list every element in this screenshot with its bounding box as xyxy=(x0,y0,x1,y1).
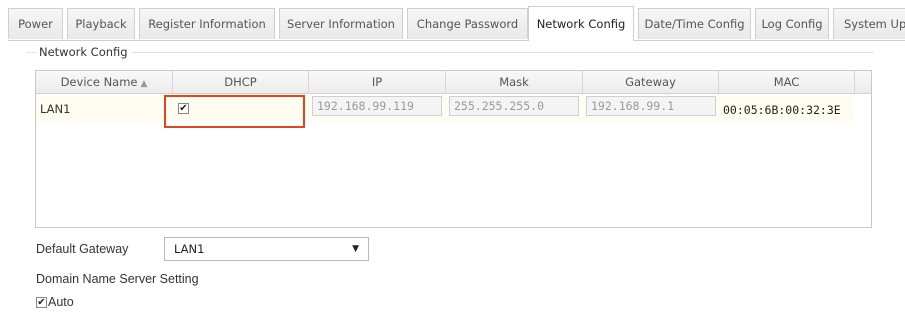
column-header-gateway[interactable]: Gateway xyxy=(583,71,719,93)
dhcp-highlight-box xyxy=(164,95,305,128)
grid-header: Device Name ▲︎ DHCP IP Mask Gateway MAC xyxy=(36,71,871,94)
column-header-ip[interactable]: IP xyxy=(309,71,446,93)
tab-register-information[interactable]: Register Information xyxy=(139,8,275,39)
network-config-legend: Network Config xyxy=(36,45,131,59)
tab-date-time-config[interactable]: Date/Time Config xyxy=(638,8,751,39)
tab-playback[interactable]: Playback xyxy=(67,8,135,39)
cell-ip: 192.168.99.119 xyxy=(309,94,446,122)
column-header-mask[interactable]: Mask xyxy=(446,71,583,93)
default-gateway-select[interactable]: LAN1 ▼︎ xyxy=(164,237,369,261)
table-row[interactable]: LAN1 ✔ 192.168.99.119 255.255.255.0 192.… xyxy=(36,94,854,122)
cell-mac: 00:05:6B:00:32:3E xyxy=(719,94,854,122)
tab-network-config[interactable]: Network Config xyxy=(528,6,634,41)
cell-mask: 255.255.255.0 xyxy=(446,94,583,122)
tab-power[interactable]: Power xyxy=(8,8,63,39)
tab-server-information[interactable]: Server Information xyxy=(279,8,403,39)
cell-gateway: 192.168.99.1 xyxy=(583,94,719,122)
column-header-device-name[interactable]: Device Name ▲︎ xyxy=(36,71,173,93)
dns-auto-checkbox[interactable]: ✔ xyxy=(36,297,47,308)
dns-heading: Domain Name Server Setting xyxy=(36,272,199,286)
dns-auto-label: Auto xyxy=(48,295,74,309)
cell-device-name: LAN1 xyxy=(36,94,173,122)
device-name-text: LAN1 xyxy=(40,102,71,116)
default-gateway-value: LAN1 xyxy=(174,242,205,256)
dropdown-arrow-icon: ▼︎ xyxy=(352,244,359,254)
mac-text: 00:05:6B:00:32:3E xyxy=(723,103,841,117)
default-gateway-label: Default Gateway xyxy=(36,242,129,256)
column-label: Device Name xyxy=(60,75,138,89)
network-grid: Device Name ▲︎ DHCP IP Mask Gateway MAC L… xyxy=(35,70,872,228)
ip-field[interactable]: 192.168.99.119 xyxy=(312,96,442,116)
tab-bar: Power Playback Register Information Serv… xyxy=(8,6,905,41)
tab-system-upgrade[interactable]: System Upg xyxy=(833,8,905,39)
mask-field[interactable]: 255.255.255.0 xyxy=(449,96,579,116)
column-header-mac[interactable]: MAC xyxy=(719,71,855,93)
sort-icon[interactable]: ▲︎ xyxy=(141,79,148,89)
column-header-dhcp[interactable]: DHCP xyxy=(173,71,309,93)
tab-log-config[interactable]: Log Config xyxy=(755,8,829,39)
tab-change-password[interactable]: Change Password xyxy=(407,8,528,39)
gateway-field[interactable]: 192.168.99.1 xyxy=(586,96,716,116)
